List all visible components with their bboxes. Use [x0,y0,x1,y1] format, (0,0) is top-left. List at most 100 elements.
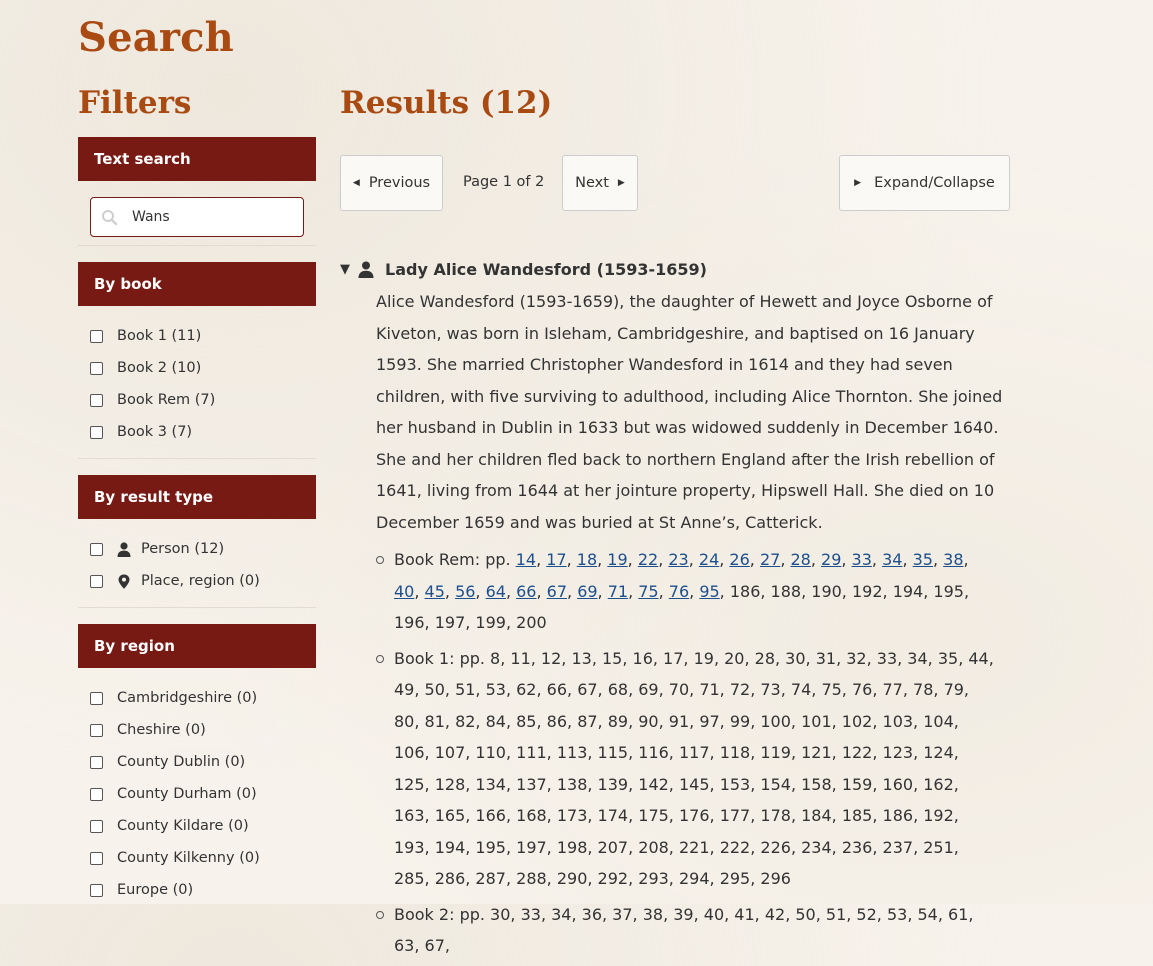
page-link[interactable]: 64 [486,582,506,601]
ref-prefix: Book 2: pp. [394,904,491,924]
ref-prefix: Book 1: pp. [394,648,491,668]
filter-label: Book Rem (7) [117,392,216,408]
filter-place-region[interactable]: Place, region (0) [90,565,304,597]
filter-label: Place, region (0) [141,573,260,589]
page-link[interactable]: 56 [455,582,475,601]
result-description: Alice Wandesford (1593-1659), the daught… [376,292,1003,532]
page-link[interactable]: 67 [547,582,567,601]
page-link[interactable]: 27 [760,550,780,569]
person-icon [117,541,131,557]
filter-book-rem[interactable]: Book Rem (7) [90,384,304,416]
filter-label: Cambridgeshire (0) [117,690,258,706]
checkbox[interactable] [90,723,103,737]
page-link[interactable]: 71 [608,582,628,601]
search-input[interactable] [130,208,294,226]
triangle-down-icon[interactable]: ▼ [340,262,350,277]
page-link[interactable]: 38 [943,550,963,569]
page-link[interactable]: 66 [516,582,536,601]
by-book-header: By book [78,262,316,306]
page-link[interactable]: 28 [790,550,810,569]
filter-book-1[interactable]: Book 1 (11) [90,320,304,352]
filter-region[interactable]: County Kildare (0) [90,810,304,842]
checkbox[interactable] [90,755,103,769]
filter-label: Book 1 (11) [117,328,202,344]
filter-region[interactable]: County Kilkenny (0) [90,842,304,874]
filter-label: Book 2 (10) [117,360,202,376]
filter-label: County Kildare (0) [117,818,249,834]
results-toolbar: ◀ Previous Page 1 of 2 Next ▶ ▶ Expand/C… [340,155,1010,213]
text-search-panel [78,181,316,246]
checkbox[interactable] [90,691,103,705]
page-title: Search [78,14,234,61]
by-region-panel: Cambridgeshire (0) Cheshire (0) County D… [78,668,316,916]
page-link[interactable]: 26 [729,550,749,569]
page-link[interactable]: 76 [669,582,689,601]
ref-pages: 8, 11, 12, 13, 15, 16, 17, 19, 20, 28, 3… [394,648,994,889]
page-link[interactable]: 33 [852,550,872,569]
page-link[interactable]: 45 [425,582,445,601]
filters-sidebar: Text search By book Book 1 (11) Book 2 (… [78,137,316,932]
checkbox[interactable] [90,787,103,801]
page-link[interactable]: 29 [821,550,841,569]
by-result-type-panel: Person (12) Place, region (0) [78,519,316,608]
checkbox[interactable] [90,819,103,833]
caret-right-icon: ▶ [854,178,862,188]
ref-book-1: Book 1: pp. 8, 11, 12, 13, 15, 16, 17, 1… [376,643,996,895]
location-pin-icon [117,574,131,589]
page-link[interactable]: 24 [699,550,719,569]
caret-left-icon: ◀ [352,178,360,188]
expand-collapse-label: Expand/Collapse [874,175,995,191]
results-heading: Results (12) [340,85,553,121]
page-link[interactable]: 23 [668,550,688,569]
ref-book-rem: Book Rem: pp. 14, 17, 18, 19, 22, 23, 24… [376,544,996,639]
filter-label: Person (12) [141,541,225,557]
page-link[interactable]: 18 [577,550,597,569]
page-link[interactable]: 95 [699,582,719,601]
page-link[interactable]: 69 [577,582,597,601]
page-link[interactable]: 34 [882,550,902,569]
checkbox[interactable] [90,425,103,439]
results-list: ▼ Lady Alice Wandesford (1593-1659) Alic… [340,258,1020,966]
filter-region[interactable]: Cheshire (0) [90,714,304,746]
result-title: Lady Alice Wandesford (1593-1659) [385,259,707,279]
filter-book-3[interactable]: Book 3 (7) [90,416,304,448]
page-link[interactable]: 14 [516,550,536,569]
page-link[interactable]: 75 [638,582,658,601]
checkbox[interactable] [90,883,103,897]
ref-book-2: Book 2: pp. 30, 33, 34, 36, 37, 38, 39, … [376,899,996,962]
page-link[interactable]: 35 [913,550,933,569]
page-references: Book Rem: pp. 14, 17, 18, 19, 22, 23, 24… [376,544,996,962]
filter-region[interactable]: Europe (0) [90,874,304,906]
result-title-row[interactable]: ▼ Lady Alice Wandesford (1593-1659) [340,258,1020,280]
checkbox[interactable] [90,329,103,343]
previous-button[interactable]: ◀ Previous [340,155,443,211]
filter-label: Europe (0) [117,882,194,898]
checkbox[interactable] [90,574,103,588]
filter-label: County Dublin (0) [117,754,246,770]
filter-region[interactable]: County Dublin (0) [90,746,304,778]
text-search-header: Text search [78,137,316,181]
filter-region[interactable]: Cambridgeshire (0) [90,682,304,714]
next-button[interactable]: Next ▶ [562,155,638,211]
page-link[interactable]: 19 [607,550,627,569]
filter-label: Cheshire (0) [117,722,206,738]
filter-region[interactable]: County Durham (0) [90,778,304,810]
filter-label: Book 3 (7) [117,424,193,440]
page-link[interactable]: 17 [546,550,566,569]
filter-book-2[interactable]: Book 2 (10) [90,352,304,384]
expand-collapse-button[interactable]: ▶ Expand/Collapse [839,155,1010,211]
filter-person[interactable]: Person (12) [90,533,304,565]
next-label: Next [575,175,609,191]
search-box[interactable] [90,197,304,237]
page-link[interactable]: 22 [638,550,658,569]
checkbox[interactable] [90,361,103,375]
by-result-type-header: By result type [78,475,316,519]
search-icon [101,209,130,226]
page-link[interactable]: 40 [394,582,414,601]
filter-label: County Durham (0) [117,786,257,802]
checkbox[interactable] [90,542,103,556]
person-icon [358,261,374,278]
checkbox[interactable] [90,851,103,865]
checkbox[interactable] [90,393,103,407]
by-book-panel: Book 1 (11) Book 2 (10) Book Rem (7) Boo… [78,306,316,459]
